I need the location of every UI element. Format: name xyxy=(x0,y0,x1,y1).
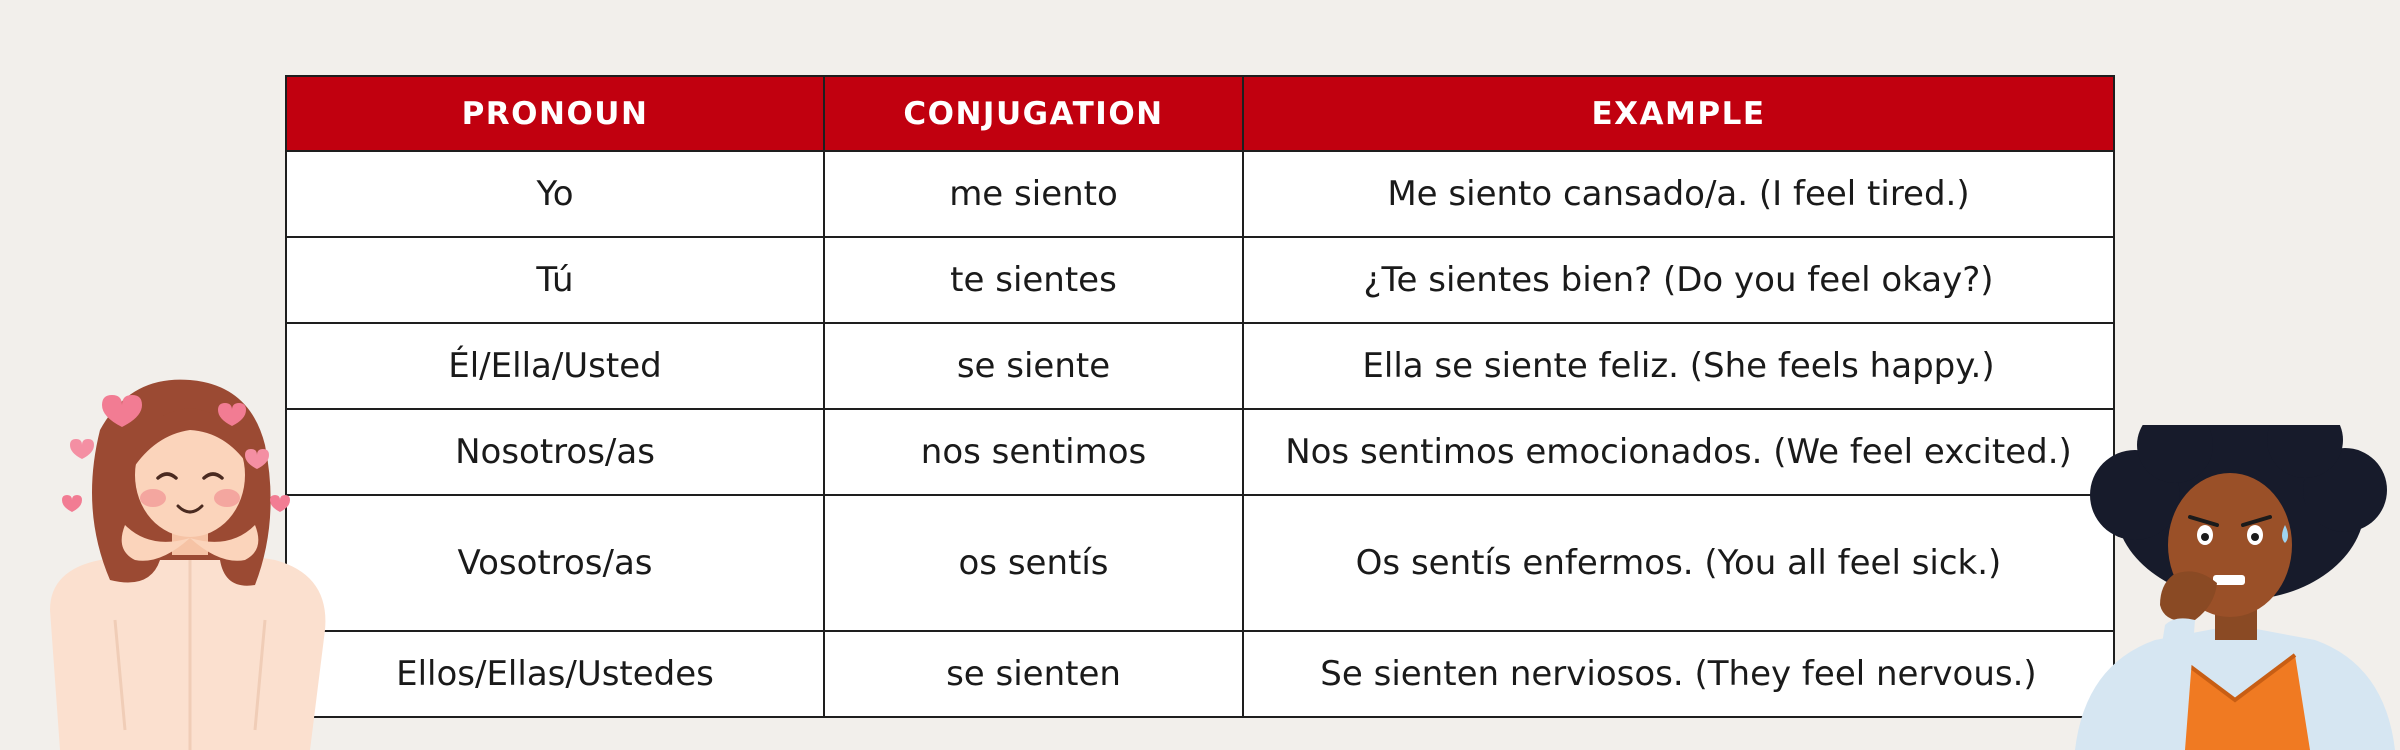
pronoun-cell: Tú xyxy=(285,236,825,324)
table-row: Nosotros/as nos sentimos Nos sentimos em… xyxy=(285,408,2115,496)
example-cell: Nos sentimos emocionados. (We feel excit… xyxy=(1242,408,2115,496)
conjugation-cell: me siento xyxy=(823,150,1244,238)
pronoun-cell: Ellos/Ellas/Ustedes xyxy=(285,630,825,718)
example-cell: Me siento cansado/a. (I feel tired.) xyxy=(1242,150,2115,238)
header-pronoun: PRONOUN xyxy=(285,75,825,152)
conjugation-table: PRONOUN CONJUGATION EXAMPLE Yo me siento… xyxy=(285,75,2115,718)
table-header-row: PRONOUN CONJUGATION EXAMPLE xyxy=(285,75,2115,152)
table-row: Él/Ella/Usted se siente Ella se siente f… xyxy=(285,322,2115,410)
table-row: Ellos/Ellas/Ustedes se sienten Se siente… xyxy=(285,630,2115,718)
table-row: Yo me siento Me siento cansado/a. (I fee… xyxy=(285,150,2115,238)
pronoun-cell: Vosotros/as xyxy=(285,494,825,632)
example-cell: Ella se siente feliz. (She feels happy.) xyxy=(1242,322,2115,410)
header-example: EXAMPLE xyxy=(1242,75,2115,152)
table-row: Vosotros/as os sentís Os sentís enfermos… xyxy=(285,494,2115,632)
conjugation-cell: nos sentimos xyxy=(823,408,1244,496)
pronoun-cell: Yo xyxy=(285,150,825,238)
table-row: Tú te sientes ¿Te sientes bien? (Do you … xyxy=(285,236,2115,324)
example-cell: ¿Te sientes bien? (Do you feel okay?) xyxy=(1242,236,2115,324)
happy-girl-hearts-illustration xyxy=(50,379,326,750)
example-cell: Se sienten nerviosos. (They feel nervous… xyxy=(1242,630,2115,718)
conjugation-cell: se sienten xyxy=(823,630,1244,718)
conjugation-cell: os sentís xyxy=(823,494,1244,632)
pronoun-cell: Él/Ella/Usted xyxy=(285,322,825,410)
conjugation-cell: te sientes xyxy=(823,236,1244,324)
pronoun-cell: Nosotros/as xyxy=(285,408,825,496)
conjugation-cell: se siente xyxy=(823,322,1244,410)
example-cell: Os sentís enfermos. (You all feel sick.) xyxy=(1242,494,2115,632)
header-conjugation: CONJUGATION xyxy=(823,75,1244,152)
nervous-person-biting-nails-illustration xyxy=(2075,425,2395,750)
